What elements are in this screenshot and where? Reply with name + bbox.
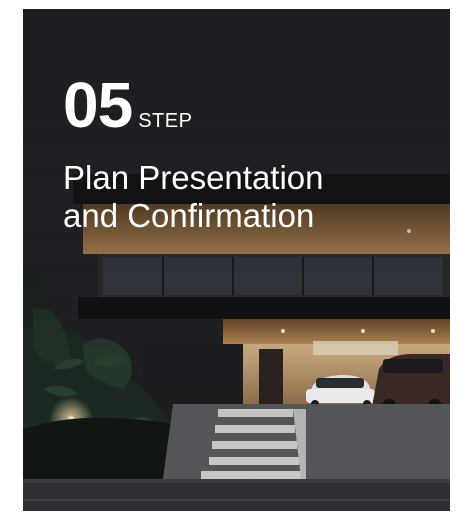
step-label: STEP: [138, 110, 193, 132]
step-title: Plan Presentation and Confirmation: [63, 159, 423, 235]
step-title-line-2: and Confirmation: [63, 197, 315, 234]
step-header: 05 STEP: [63, 73, 192, 137]
step-card: 05 STEP Plan Presentation and Confirmati…: [23, 9, 450, 511]
step-number: 05: [63, 69, 133, 141]
step-title-line-1: Plan Presentation: [63, 159, 324, 196]
